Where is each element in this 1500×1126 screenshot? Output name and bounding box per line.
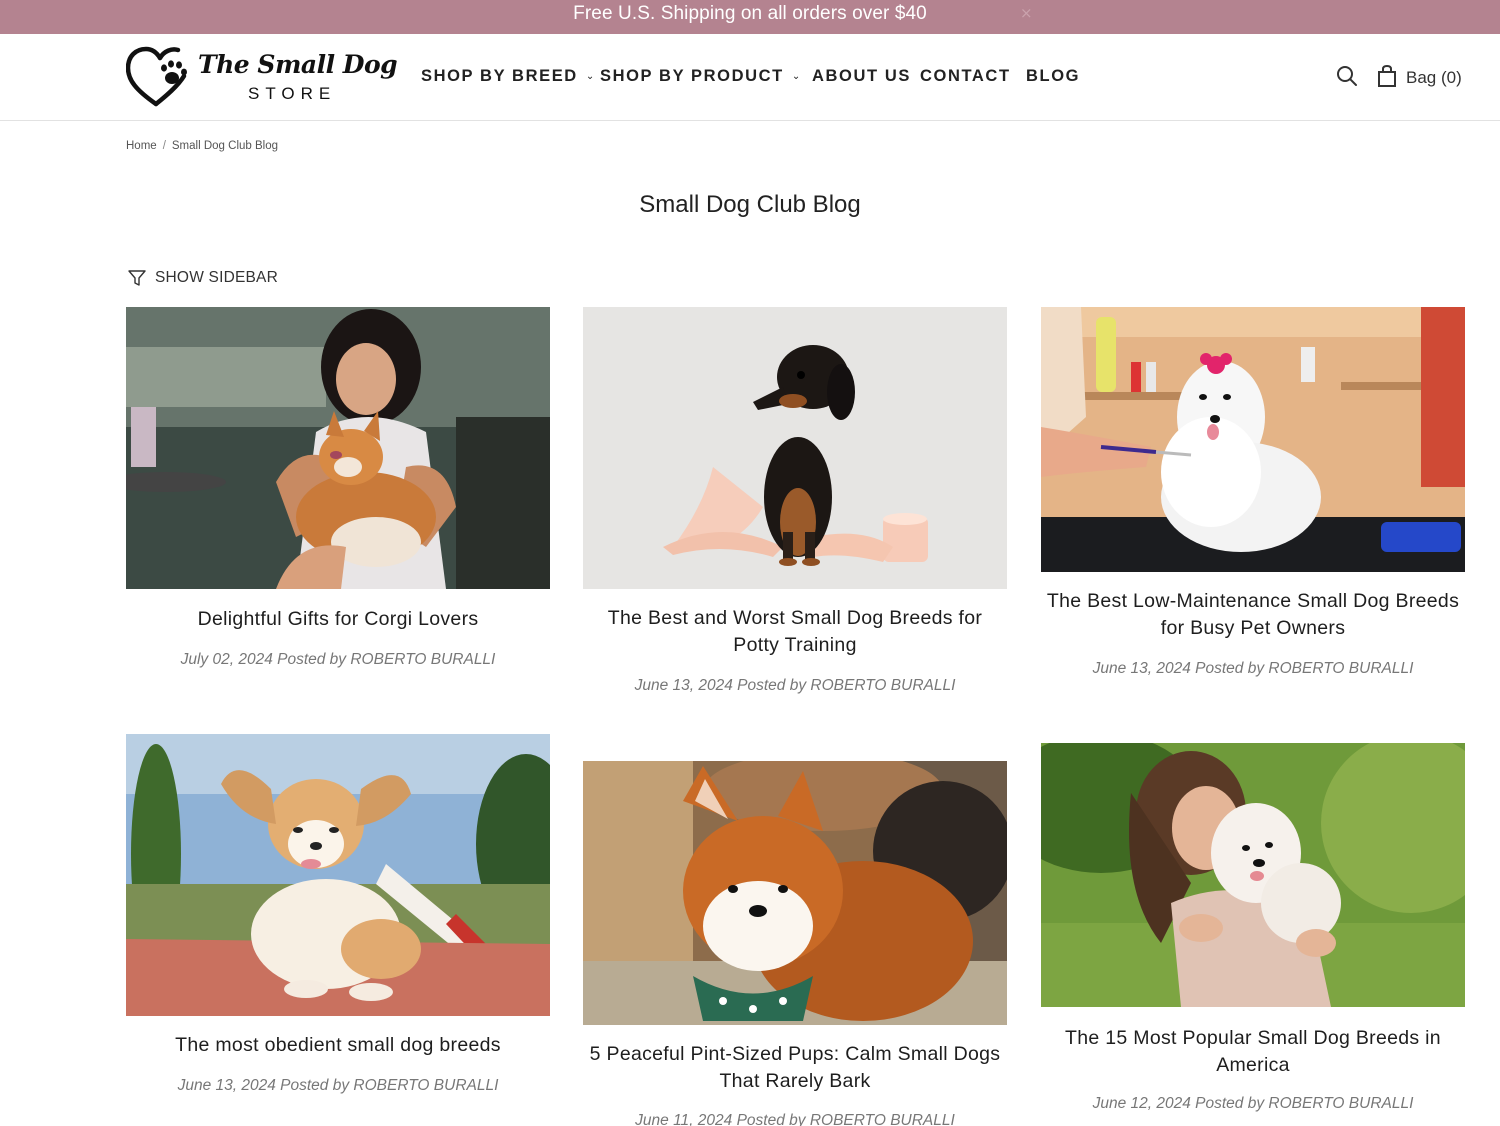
post-image-corgi[interactable] — [126, 307, 550, 589]
post-title[interactable]: The Best Low-Maintenance Small Dog Breed… — [1041, 588, 1465, 642]
post-meta: June 13, 2024 Posted by ROBERTO BURALLI — [634, 677, 956, 694]
nav-shop-by-product[interactable]: SHOP BY PRODUCT ⌄ — [600, 67, 802, 86]
post-meta: June 11, 2024 Posted by ROBERTO BURALLI — [635, 1112, 955, 1126]
breadcrumb-separator: / — [162, 140, 166, 152]
post-image-chihuahua[interactable] — [126, 734, 550, 1016]
nav-contact[interactable]: CONTACT — [920, 67, 1011, 86]
nav-shop-by-breed[interactable]: SHOP BY BREED ⌄ — [421, 67, 596, 86]
bag-icon[interactable] — [1377, 65, 1397, 87]
nav-label: SHOP BY BREED — [421, 67, 578, 85]
post-image-shiba[interactable] — [583, 761, 1007, 1025]
close-icon[interactable]: × — [1020, 4, 1033, 22]
logo[interactable]: The Small Dog STORE — [126, 46, 398, 108]
post-title[interactable]: The Best and Worst Small Dog Breeds for … — [583, 605, 1007, 659]
nav-blog[interactable]: BLOG — [1026, 67, 1080, 86]
post-title[interactable]: The 15 Most Popular Small Dog Breeds in … — [1041, 1025, 1465, 1079]
breadcrumb: Home / Small Dog Club Blog — [126, 140, 278, 152]
post-title[interactable]: The most obedient small dog breeds — [126, 1032, 550, 1059]
post-image-dachshund[interactable] — [583, 307, 1007, 589]
filter-icon — [128, 270, 146, 286]
bag-link[interactable]: Bag (0) — [1406, 68, 1462, 88]
post-meta: June 12, 2024 Posted by ROBERTO BURALLI — [1092, 1095, 1414, 1112]
page-title: Small Dog Club Blog — [639, 191, 861, 218]
chevron-down-icon: ⌄ — [791, 71, 802, 82]
post-image-woman-hugging-dog[interactable] — [1041, 743, 1465, 1007]
post-title[interactable]: Delightful Gifts for Corgi Lovers — [126, 606, 550, 633]
nav-label: SHOP BY PRODUCT — [600, 67, 784, 85]
site-header: The Small Dog STORE SHOP BY BREED ⌄ SHOP … — [0, 34, 1500, 121]
search-icon[interactable] — [1336, 65, 1358, 87]
post-title[interactable]: 5 Peaceful Pint-Sized Pups: Calm Small D… — [583, 1041, 1007, 1095]
show-sidebar-label: SHOW SIDEBAR — [155, 269, 278, 286]
post-meta: June 13, 2024 Posted by ROBERTO BURALLI — [177, 1077, 499, 1094]
announcement-text: Free U.S. Shipping on all orders over $4… — [573, 3, 927, 24]
nav-about-us[interactable]: ABOUT US — [812, 67, 911, 86]
breadcrumb-current: Small Dog Club Blog — [171, 140, 278, 152]
chevron-down-icon: ⌄ — [585, 71, 596, 82]
logo-subtitle: STORE — [248, 84, 337, 103]
post-image-maltese[interactable] — [1041, 307, 1465, 572]
post-meta: July 02, 2024 Posted by ROBERTO BURALLI — [180, 651, 496, 668]
logo-title: The Small Dog — [198, 50, 398, 79]
post-meta: June 13, 2024 Posted by ROBERTO BURALLI — [1092, 660, 1414, 677]
announcement-bar: Free U.S. Shipping on all orders over $4… — [0, 0, 1500, 34]
heart-paw-icon — [126, 46, 187, 107]
breadcrumb-home[interactable]: Home — [126, 140, 157, 152]
